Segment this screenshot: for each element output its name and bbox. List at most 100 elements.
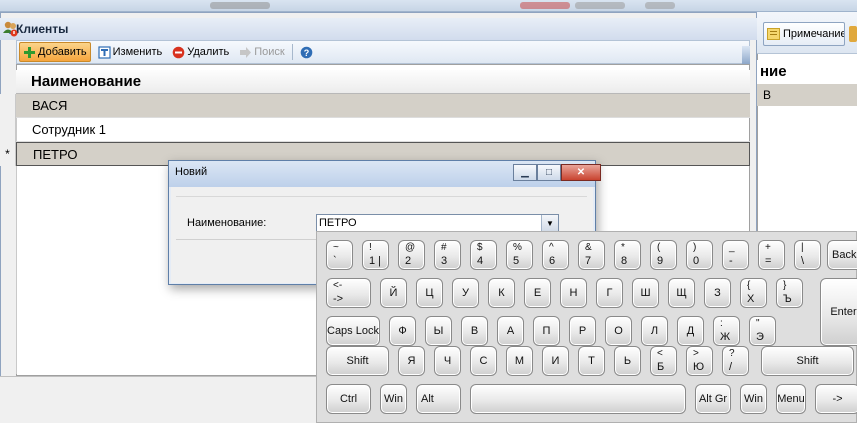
maximize-button[interactable]: □ xyxy=(537,164,561,181)
key[interactable]: ! 1 | xyxy=(362,240,389,270)
menu-key[interactable]: Menu xyxy=(776,384,806,414)
key[interactable]: В xyxy=(461,316,488,346)
key[interactable]: Г xyxy=(596,278,623,308)
key[interactable]: Ц xyxy=(416,278,443,308)
key[interactable]: Т xyxy=(578,346,605,376)
help-button[interactable]: ? xyxy=(297,42,316,62)
row-name: ВАСЯ xyxy=(32,98,68,113)
win-key[interactable]: Win xyxy=(740,384,767,414)
alt-key[interactable]: Alt xyxy=(416,384,461,414)
key[interactable]: ~ ` xyxy=(326,240,353,270)
close-button[interactable]: ✕ xyxy=(561,164,601,181)
key[interactable]: #3 xyxy=(434,240,461,270)
key[interactable]: А xyxy=(497,316,524,346)
name-combobox[interactable]: ПЕТРО xyxy=(316,214,559,232)
search-button[interactable]: Поиск xyxy=(236,42,287,62)
tab-key[interactable]: <- -> xyxy=(326,278,371,308)
key[interactable]: Щ xyxy=(668,278,695,308)
key[interactable]: ^ 6 xyxy=(542,240,569,270)
key[interactable]: Л xyxy=(641,316,668,346)
key[interactable]: Н xyxy=(560,278,587,308)
note-button-label: Примечание xyxy=(783,28,845,40)
key[interactable]: < Б xyxy=(650,346,677,376)
dialog-divider xyxy=(176,239,316,240)
key[interactable]: " Э xyxy=(749,316,776,346)
left-shift-key[interactable]: Shift xyxy=(326,346,389,376)
win-key[interactable]: Win xyxy=(380,384,407,414)
key[interactable]: Д xyxy=(677,316,704,346)
key[interactable]: Ч xyxy=(434,346,461,376)
toolbar-overflow-button[interactable] xyxy=(742,46,750,64)
minimize-button[interactable]: ▁ xyxy=(513,164,537,181)
row-indicator xyxy=(0,118,16,142)
svg-text:?: ? xyxy=(303,48,309,58)
table-row[interactable]: Сотрудник 1 xyxy=(16,118,750,142)
minimize-icon: ▁ xyxy=(521,167,529,178)
add-button[interactable]: Добавить xyxy=(19,42,91,62)
ctrl-key[interactable]: Ctrl xyxy=(326,384,371,414)
help-icon: ? xyxy=(300,46,313,58)
dialog-window-buttons: ▁ □ ✕ xyxy=(513,164,601,181)
edit-button[interactable]: Изменить xyxy=(95,42,166,62)
key[interactable]: Ф xyxy=(389,316,416,346)
key[interactable]: Й xyxy=(380,278,407,308)
note-icon xyxy=(767,28,780,40)
key[interactable]: @2 xyxy=(398,240,425,270)
key[interactable]: } Ъ xyxy=(776,278,803,308)
search-button-label: Поиск xyxy=(254,46,285,58)
key[interactable]: У xyxy=(452,278,479,308)
key[interactable]: Ы xyxy=(425,316,452,346)
key[interactable]: + = xyxy=(758,240,785,270)
backspace-key[interactable]: Back xyxy=(827,240,857,270)
add-button-label: Добавить xyxy=(38,46,87,58)
name-field-label: Наименование: xyxy=(187,217,267,229)
edit-button-label: Изменить xyxy=(112,46,163,58)
key[interactable]: > Ю xyxy=(686,346,713,376)
key[interactable]: | \ xyxy=(794,240,821,270)
key[interactable]: * 8 xyxy=(614,240,641,270)
note-button[interactable]: Примечание xyxy=(763,22,845,46)
key[interactable]: И xyxy=(542,346,569,376)
key[interactable]: (9 xyxy=(650,240,677,270)
key[interactable]: Е xyxy=(524,278,551,308)
key[interactable]: Ь xyxy=(614,346,641,376)
key[interactable]: Ш xyxy=(632,278,659,308)
key[interactable]: З xyxy=(704,278,731,308)
table-row[interactable]: ВАСЯ xyxy=(16,94,750,118)
key[interactable]: % 5 xyxy=(506,240,533,270)
delete-button[interactable]: Удалить xyxy=(169,42,232,62)
key[interactable]: :Ж xyxy=(713,316,740,346)
enter-key[interactable]: Enter xyxy=(820,278,857,346)
key[interactable]: К xyxy=(488,278,515,308)
key[interactable]: _ - xyxy=(722,240,749,270)
caps-lock-key[interactable]: Caps Lock xyxy=(326,316,380,346)
column-header-name[interactable]: Наименование xyxy=(16,70,750,94)
chevron-down-icon: ▼ xyxy=(546,218,554,228)
right-arrow-key[interactable]: -> xyxy=(815,384,857,414)
key[interactable]: П xyxy=(533,316,560,346)
background-column-header: ние xyxy=(757,60,857,84)
key[interactable]: ) 0 xyxy=(686,240,713,270)
edit-icon xyxy=(98,45,111,59)
key[interactable]: ? / xyxy=(722,346,749,376)
grid-toolbar: Добавить Изменить Удалить Поиск ? xyxy=(16,40,750,64)
key[interactable]: О xyxy=(605,316,632,346)
key[interactable]: {Х xyxy=(740,278,767,308)
search-icon xyxy=(240,46,252,58)
alt-gr-key[interactable]: Alt Gr xyxy=(695,384,731,414)
key[interactable]: Я xyxy=(398,346,425,376)
key[interactable]: С xyxy=(470,346,497,376)
delete-button-label: Удалить xyxy=(187,46,230,58)
space-key[interactable] xyxy=(470,384,686,414)
key[interactable]: & 7 xyxy=(578,240,605,270)
combobox-dropdown-button[interactable]: ▼ xyxy=(541,215,558,231)
toolbar-extra-icon[interactable] xyxy=(849,26,857,42)
row-name: Сотрудник 1 xyxy=(32,122,106,137)
background-row[interactable]: В xyxy=(757,84,857,106)
key[interactable]: Р xyxy=(569,316,596,346)
key[interactable]: $4 xyxy=(470,240,497,270)
key[interactable]: М xyxy=(506,346,533,376)
right-shift-key[interactable]: Shift xyxy=(761,346,854,376)
row-indicator xyxy=(0,94,16,118)
maximize-icon: □ xyxy=(545,167,553,178)
